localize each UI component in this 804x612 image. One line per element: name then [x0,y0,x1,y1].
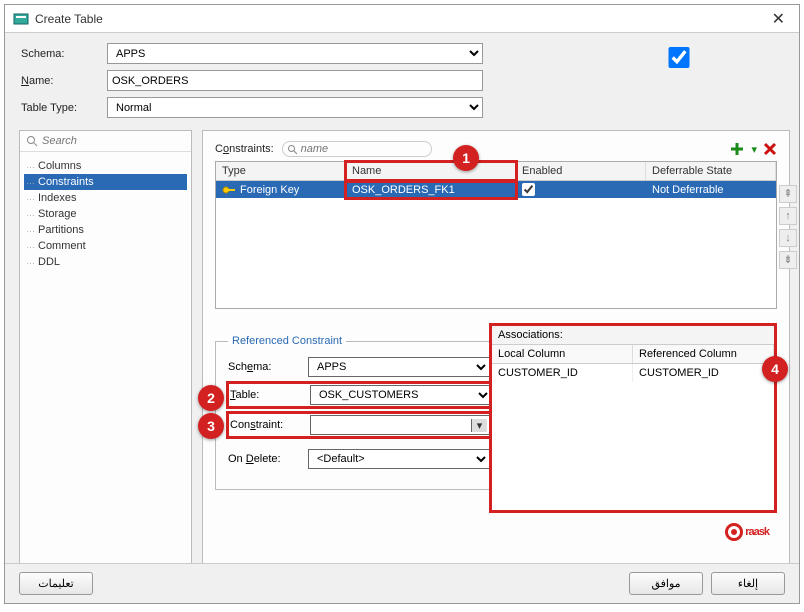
cell-enabled[interactable] [516,181,646,198]
help-button[interactable]: تعليمات [19,572,93,595]
schema-label: Schema: [21,48,99,60]
constraints-search[interactable] [282,141,432,157]
titlebar: Create Table ✕ [5,5,799,33]
search-icon [26,135,38,147]
move-up-button[interactable]: ↑ [779,207,797,225]
ref-ondelete-select[interactable]: <Default> [308,449,490,469]
name-input[interactable] [107,70,483,91]
grid-header: Type Name Enabled Deferrable State [216,162,776,181]
key-icon [222,184,236,196]
ref-table-label: Table: [230,389,304,401]
close-icon[interactable]: ✕ [766,9,791,29]
annotation-badge-3: 3 [198,413,224,439]
left-search[interactable] [20,131,191,152]
top-form: Schema: APPS AAdvanceddvanced Name: Name… [5,33,799,124]
constraints-header: Constraints: Constraints: ▾ [215,141,777,157]
tree-item-storage[interactable]: Storage [24,206,187,222]
tree-item-constraints[interactable]: Constraints [24,174,187,190]
referenced-legend: Referenced Constraint [228,335,346,347]
ref-constraint-select[interactable]: OSK_CUSTOMERS_PK▾ [310,415,492,435]
tabletype-label: Table Type: [21,102,99,114]
cancel-button[interactable]: إلغاء [711,572,785,595]
assoc-local-cell: CUSTOMER_ID [492,364,633,382]
app-icon [13,11,29,27]
watermark-logo-icon [725,523,743,541]
constraints-grid[interactable]: Type Name Enabled Deferrable State Forei… [215,161,777,309]
move-down-button[interactable]: ↓ [779,229,797,247]
left-search-input[interactable] [42,135,185,147]
tree-item-indexes[interactable]: Indexes [24,190,187,206]
associations-panel: Associations: Local Column Referenced Co… [491,325,775,511]
advanced-checkbox[interactable] [491,47,804,68]
dropdown-icon[interactable]: ▾ [751,143,757,156]
tree-item-ddl[interactable]: DDL [24,254,187,270]
assoc-col-ref: Referenced Column [633,345,774,363]
col-deferrable: Deferrable State [646,162,776,180]
associations-header: Associations: [492,326,774,345]
name-label: Name: [21,75,99,87]
ref-ondelete-label: On Delete: [228,453,302,465]
constraints-search-input[interactable] [301,143,423,155]
left-panel: Columns Constraints Indexes Storage Part… [19,130,192,586]
reorder-arrows: ⇞ ↑ ↓ ⇟ [779,185,797,269]
tree-item-comment[interactable]: Comment [24,238,187,254]
add-icon[interactable] [729,141,745,157]
watermark: raask [725,523,769,541]
referenced-constraint-group: Referenced Constraint Schema: Schema: AP… [215,335,507,490]
ref-schema-select[interactable]: APPS [308,357,490,377]
move-top-button[interactable]: ⇞ [779,185,797,203]
button-bar: تعليمات موافق إلغاء [5,563,799,603]
grid-row[interactable]: Foreign Key OSK_ORDERS_FK1 Not Deferrabl… [216,181,776,198]
tabletype-select[interactable]: Normal [107,97,483,118]
annotation-badge-1: 1 [453,145,479,171]
assoc-ref-cell: CUSTOMER_ID [633,364,774,382]
dialog-window: Create Table ✕ Schema: APPS AAdvanceddva… [4,4,800,604]
tree-item-columns[interactable]: Columns [24,158,187,174]
window-title: Create Table [35,12,766,26]
search-icon [287,144,297,155]
col-enabled: Enabled [516,162,646,180]
schema-select[interactable]: APPS [107,43,483,64]
annotation-badge-2: 2 [198,385,224,411]
ref-schema-label: Schema: [228,361,302,373]
cell-name: OSK_ORDERS_FK1 [346,182,516,198]
cell-type: Foreign Key [216,182,346,198]
ref-constraint-label: Constraint: [230,419,304,431]
cell-deferrable: Not Deferrable [646,182,776,198]
move-bottom-button[interactable]: ⇟ [779,251,797,269]
tree-item-partitions[interactable]: Partitions [24,222,187,238]
nav-tree: Columns Constraints Indexes Storage Part… [20,152,191,276]
col-type: Type [216,162,346,180]
advanced-wrap: AAdvanceddvanced [491,43,804,71]
assoc-row[interactable]: CUSTOMER_ID CUSTOMER_ID [492,364,774,382]
assoc-col-local: Local Column [492,345,633,363]
col-name: Name [346,162,516,180]
delete-icon[interactable] [763,142,777,156]
ok-button[interactable]: موافق [629,572,703,595]
annotation-badge-4: 4 [762,356,788,382]
right-panel: Constraints: Constraints: ▾ 1 Type [202,130,790,586]
ref-table-select[interactable]: OSK_CUSTOMERS [310,385,492,405]
constraints-label: Constraints: [215,143,274,155]
